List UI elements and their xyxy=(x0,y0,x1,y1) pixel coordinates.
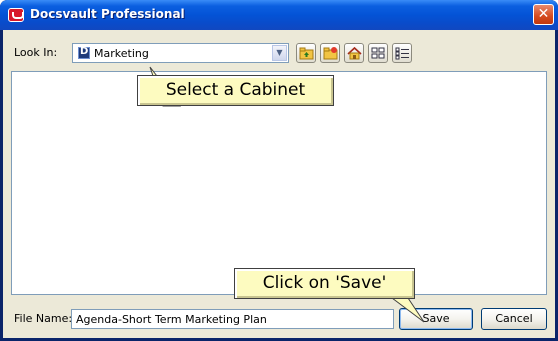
select-cabinet-callout: Select a Cabinet xyxy=(137,75,334,106)
save-callout-pointer xyxy=(390,297,425,323)
click-save-callout: Click on 'Save' xyxy=(234,268,415,299)
dialog-window: Docsvault Professional ✕ Look In: Market… xyxy=(0,0,558,341)
